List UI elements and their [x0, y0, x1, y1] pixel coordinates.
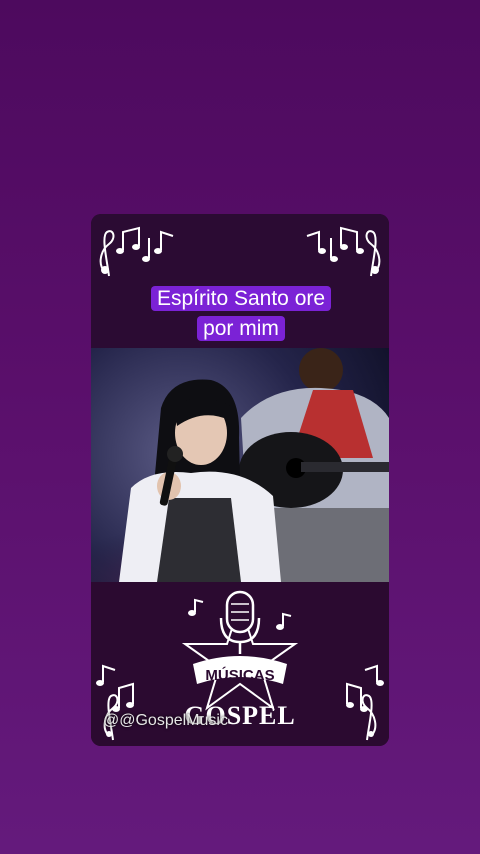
video-frame[interactable]: [91, 348, 389, 582]
performers-image: [91, 348, 389, 582]
logo-top-text: MÚSICAS: [205, 666, 274, 684]
music-notes-icon: [99, 226, 174, 277]
tiktok-watermark: @@GospelMusic: [103, 712, 228, 729]
song-caption: Espírito Santo ore por mim: [129, 284, 353, 344]
caption-line-2: por mim: [197, 316, 285, 341]
music-notes-icon: [306, 226, 381, 277]
caption-line-1: Espírito Santo ore: [150, 286, 332, 311]
video-card[interactable]: Espírito Santo ore por mim MÚSICAS GOSPE…: [91, 214, 389, 746]
music-notes-icon: [346, 664, 384, 741]
music-notes-icon: [96, 664, 134, 741]
